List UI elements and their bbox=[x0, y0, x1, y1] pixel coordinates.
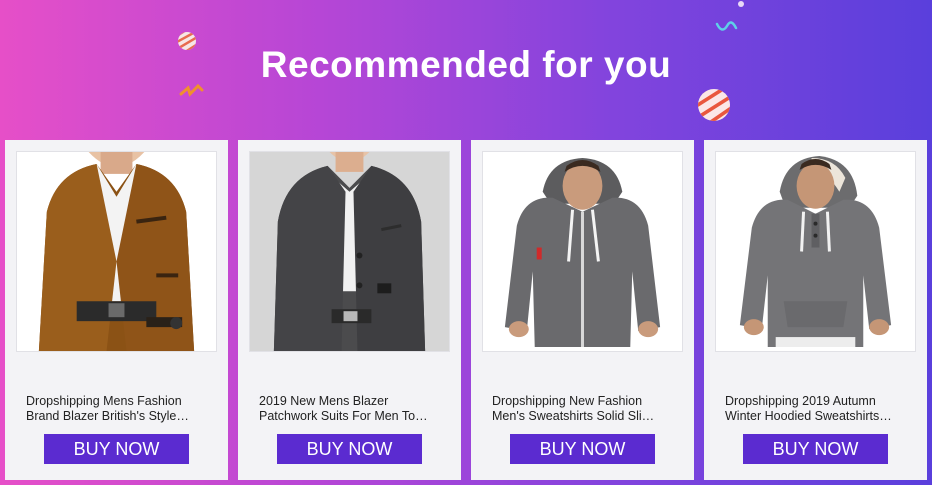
grey-zip-hoodie-photo bbox=[483, 152, 682, 351]
product-title[interactable]: Dropshipping Mens Fashion Brand Blazer B… bbox=[26, 394, 210, 424]
product-title-line: Winter Hoodied Sweatshirts… bbox=[725, 409, 892, 423]
product-title-line: Dropshipping Mens Fashion bbox=[26, 394, 182, 408]
product-title[interactable]: Dropshipping 2019 Autumn Winter Hoodied … bbox=[725, 394, 909, 424]
product-card[interactable]: Dropshipping New Fashion Men's Sweatshir… bbox=[471, 140, 694, 480]
buy-now-button[interactable]: BUY NOW bbox=[44, 434, 189, 464]
recommend-banner: Recommended for you bbox=[0, 0, 932, 140]
buy-now-button[interactable]: BUY NOW bbox=[743, 434, 888, 464]
page-title: Recommended for you bbox=[260, 44, 672, 85]
product-title[interactable]: 2019 New Mens Blazer Patchwork Suits For… bbox=[259, 394, 443, 424]
product-title-line: Men's Sweatshirts Solid Sli… bbox=[492, 409, 655, 423]
product-image[interactable] bbox=[16, 151, 217, 352]
product-title-line: Dropshipping 2019 Autumn bbox=[725, 394, 876, 408]
product-title-line: 2019 New Mens Blazer bbox=[259, 394, 389, 408]
grey-pullover-hoodie-photo bbox=[716, 152, 915, 351]
product-title-line: Patchwork Suits For Men To… bbox=[259, 409, 428, 423]
confetti-streamer-icon bbox=[715, 21, 738, 31]
grey-blazer-photo bbox=[250, 152, 449, 351]
product-title-line: Brand Blazer British's Style… bbox=[26, 409, 189, 423]
product-title[interactable]: Dropshipping New Fashion Men's Sweatshir… bbox=[492, 394, 676, 424]
brown-blazer-photo bbox=[17, 152, 216, 351]
product-image[interactable] bbox=[482, 151, 683, 352]
product-card[interactable]: Dropshipping 2019 Autumn Winter Hoodied … bbox=[704, 140, 927, 480]
product-image[interactable] bbox=[715, 151, 916, 352]
product-image[interactable] bbox=[249, 151, 450, 352]
buy-now-button[interactable]: BUY NOW bbox=[277, 434, 422, 464]
confetti-dot-icon bbox=[738, 1, 744, 7]
product-list: Dropshipping Mens Fashion Brand Blazer B… bbox=[5, 140, 927, 480]
product-card[interactable]: 2019 New Mens Blazer Patchwork Suits For… bbox=[238, 140, 461, 480]
product-title-line: Dropshipping New Fashion bbox=[492, 394, 643, 408]
buy-now-button[interactable]: BUY NOW bbox=[510, 434, 655, 464]
striped-ball-icon bbox=[698, 89, 730, 121]
product-card[interactable]: Dropshipping Mens Fashion Brand Blazer B… bbox=[5, 140, 228, 480]
